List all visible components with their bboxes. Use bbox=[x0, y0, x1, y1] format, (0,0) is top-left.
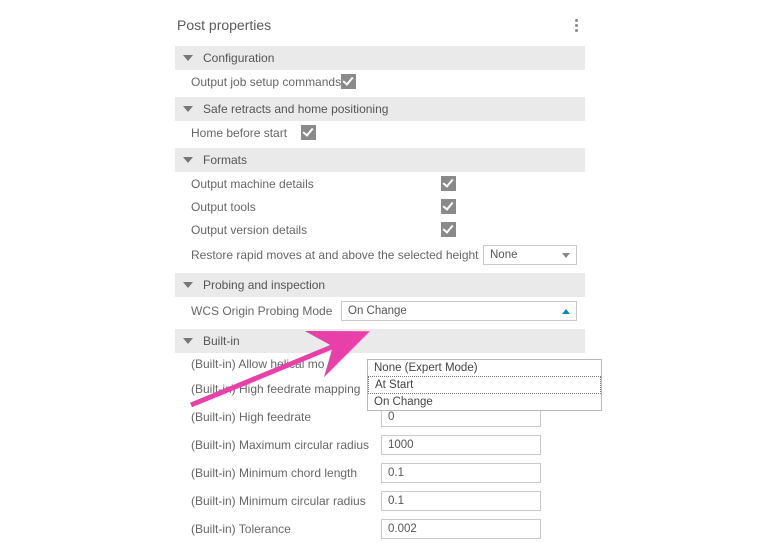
section-formats[interactable]: Formats bbox=[175, 148, 585, 172]
chevron-up-icon bbox=[562, 309, 570, 314]
row-restore-rapid: Restore rapid moves at and above the sel… bbox=[175, 241, 585, 269]
input-min-circular-radius[interactable]: 0.1 bbox=[381, 491, 541, 511]
select-value: None bbox=[490, 249, 518, 261]
label: (Built-in) Minimum chord length bbox=[191, 466, 381, 480]
label: (Built-in) High feedrate mapping bbox=[191, 382, 381, 396]
row-output-version: Output version details bbox=[175, 218, 585, 241]
row-max-circular-radius: (Built-in) Maximum circular radius 1000 bbox=[175, 431, 585, 459]
dropdown-option-selected[interactable]: At Start bbox=[368, 376, 601, 394]
input-value: 0.1 bbox=[388, 467, 404, 479]
panel-title: Post properties bbox=[177, 17, 271, 33]
row-output-job-setup: Output job setup commands bbox=[175, 70, 585, 93]
chevron-down-icon bbox=[183, 338, 193, 344]
row-output-machine: Output machine details bbox=[175, 172, 585, 195]
post-properties-panel: Post properties Configuration Output job… bbox=[175, 12, 585, 543]
chevron-down-icon bbox=[562, 253, 570, 258]
input-value: 1000 bbox=[388, 439, 414, 451]
label: (Built-in) Minimum circular radius bbox=[191, 494, 381, 508]
row-wcs-origin: WCS Origin Probing Mode On Change bbox=[175, 297, 585, 325]
chevron-down-icon bbox=[183, 55, 193, 61]
checkbox-output-job-setup[interactable] bbox=[341, 74, 356, 89]
chevron-down-icon bbox=[183, 157, 193, 163]
label: Output job setup commands bbox=[191, 75, 341, 89]
row-min-circular-radius: (Built-in) Minimum circular radius 0.1 bbox=[175, 487, 585, 515]
dropdown-option[interactable]: On Change bbox=[368, 394, 601, 410]
input-value: 0.002 bbox=[388, 523, 417, 535]
label: (Built-in) Maximum circular radius bbox=[191, 438, 381, 452]
section-builtin[interactable]: Built-in bbox=[175, 329, 585, 353]
more-options-icon[interactable] bbox=[569, 16, 583, 34]
input-max-circular-radius[interactable]: 1000 bbox=[381, 435, 541, 455]
select-restore-rapid[interactable]: None bbox=[483, 245, 577, 265]
section-configuration[interactable]: Configuration bbox=[175, 46, 585, 70]
label: Output tools bbox=[191, 200, 441, 214]
section-title: Built-in bbox=[203, 334, 240, 348]
row-home-before-start: Home before start bbox=[175, 121, 585, 144]
label: Output machine details bbox=[191, 177, 441, 191]
label: Output version details bbox=[191, 223, 441, 237]
input-tolerance[interactable]: 0.002 bbox=[381, 519, 541, 539]
section-safe-retracts[interactable]: Safe retracts and home positioning bbox=[175, 97, 585, 121]
section-title: Safe retracts and home positioning bbox=[203, 102, 388, 116]
select-value: On Change bbox=[348, 305, 407, 317]
label: Home before start bbox=[191, 126, 301, 140]
chevron-down-icon bbox=[183, 106, 193, 112]
section-probing[interactable]: Probing and inspection bbox=[175, 273, 585, 297]
checkbox-output-version[interactable] bbox=[441, 222, 456, 237]
label: (Built-in) Tolerance bbox=[191, 522, 381, 536]
checkbox-home-before-start[interactable] bbox=[301, 125, 316, 140]
label: WCS Origin Probing Mode bbox=[191, 304, 341, 318]
label: Restore rapid moves at and above the sel… bbox=[191, 248, 483, 262]
dropdown-wcs-origin-list: None (Expert Mode) At Start On Change bbox=[367, 359, 602, 411]
section-title: Formats bbox=[203, 153, 247, 167]
dropdown-option[interactable]: None (Expert Mode) bbox=[368, 360, 601, 376]
row-min-chord-length: (Built-in) Minimum chord length 0.1 bbox=[175, 459, 585, 487]
label: (Built-in) Allow helical mo bbox=[191, 357, 341, 371]
label: (Built-in) High feedrate bbox=[191, 410, 381, 424]
row-output-tools: Output tools bbox=[175, 195, 585, 218]
input-min-chord-length[interactable]: 0.1 bbox=[381, 463, 541, 483]
section-title: Configuration bbox=[203, 51, 274, 65]
panel-header: Post properties bbox=[175, 12, 585, 42]
input-value: 0.1 bbox=[388, 495, 404, 507]
section-title: Probing and inspection bbox=[203, 278, 325, 292]
input-value: 0 bbox=[388, 411, 394, 423]
select-wcs-origin[interactable]: On Change bbox=[341, 301, 577, 321]
chevron-down-icon bbox=[183, 282, 193, 288]
checkbox-output-tools[interactable] bbox=[441, 199, 456, 214]
row-tolerance: (Built-in) Tolerance 0.002 bbox=[175, 515, 585, 543]
checkbox-output-machine[interactable] bbox=[441, 176, 456, 191]
